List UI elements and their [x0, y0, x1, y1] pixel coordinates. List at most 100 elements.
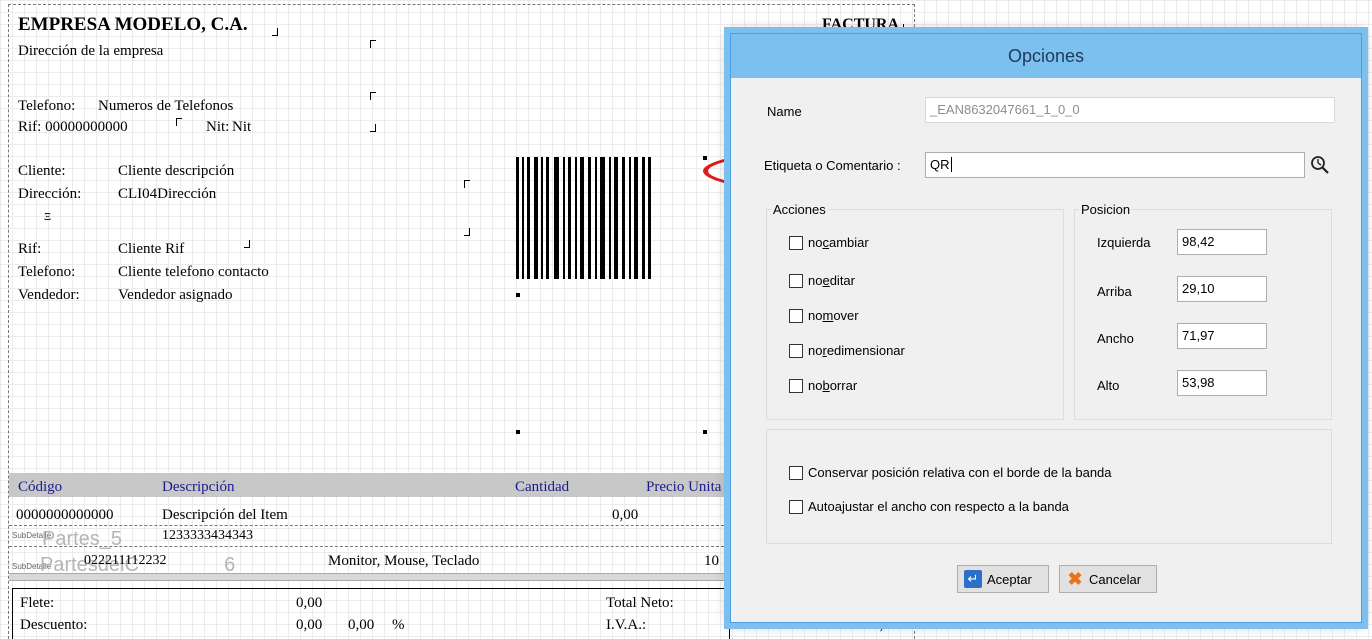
- discount-value[interactable]: 0,00: [296, 616, 322, 634]
- checkbox-box[interactable]: [789, 465, 803, 480]
- checkbox-box[interactable]: [789, 343, 803, 358]
- name-field[interactable]: _EAN8632047661_1_0_0: [925, 97, 1335, 123]
- field-handle: [370, 40, 376, 48]
- barcode-bar: [575, 157, 577, 279]
- seller-value[interactable]: Vendedor asignado: [118, 286, 233, 304]
- selection-handle[interactable]: [703, 156, 707, 160]
- field-handle: [244, 240, 250, 248]
- company-address[interactable]: Dirección de la empresa: [18, 42, 163, 60]
- band-name-ghost: Partes_5: [42, 528, 123, 550]
- nit-value[interactable]: Nit: [232, 118, 251, 136]
- barcode-element[interactable]: [516, 157, 651, 279]
- no-change-checkbox[interactable]: no c ambiar: [789, 235, 869, 250]
- checkbox-box[interactable]: [789, 308, 803, 323]
- band-separator[interactable]: [9, 573, 729, 581]
- client-address-label[interactable]: Dirección:: [18, 185, 81, 203]
- client-rif-label[interactable]: Rif:: [18, 240, 41, 258]
- client-rif-value[interactable]: Cliente Rif: [118, 240, 184, 258]
- dialog-title: Opciones: [1007, 45, 1085, 66]
- barcode-bar: [580, 157, 584, 279]
- selection-handle[interactable]: [516, 293, 520, 297]
- barcode-bar: [642, 157, 645, 279]
- autofit-width-checkbox[interactable]: Autoajustar el ancho con respecto a la b…: [789, 499, 1069, 514]
- top-field[interactable]: 29,10: [1177, 276, 1267, 302]
- barcode-bar: [629, 157, 631, 279]
- barcode-bar: [609, 157, 611, 279]
- cancel-x-icon: ✖: [1067, 568, 1083, 589]
- vat-label[interactable]: I.V.A.:: [606, 616, 646, 634]
- detail-description[interactable]: Descripción del Item: [162, 506, 288, 524]
- nit-label[interactable]: Nit:: [206, 118, 229, 136]
- detail-serial[interactable]: 1233333434343: [162, 527, 253, 545]
- phone-label[interactable]: Telefono:: [18, 97, 75, 115]
- discount-percent[interactable]: 0,00: [348, 616, 374, 634]
- client-phone-label[interactable]: Telefono:: [18, 263, 75, 281]
- column-header-description[interactable]: Descripción: [162, 478, 234, 496]
- company-rif[interactable]: Rif: 00000000000: [18, 118, 128, 136]
- no-resize-checkbox[interactable]: no r edimensionar: [789, 343, 905, 358]
- column-header-band[interactable]: [9, 473, 729, 497]
- barcode-bar: [600, 157, 605, 279]
- field-handle: [370, 92, 376, 100]
- selection-handle[interactable]: [516, 430, 520, 434]
- freight-value[interactable]: 0,00: [296, 594, 322, 612]
- no-move-checkbox[interactable]: no m over: [789, 308, 859, 323]
- freight-label[interactable]: Flete:: [20, 594, 54, 612]
- net-total-label[interactable]: Total Neto:: [606, 594, 674, 612]
- height-field[interactable]: 53,98: [1177, 370, 1267, 396]
- barcode-bar: [614, 157, 618, 279]
- width-field[interactable]: 71,97: [1177, 323, 1267, 349]
- document-type[interactable]: FACTURA: [822, 16, 899, 34]
- percent-sign[interactable]: %: [392, 616, 405, 634]
- no-edit-checkbox[interactable]: no e ditar: [789, 273, 855, 288]
- seller-label[interactable]: Vendedor:: [18, 286, 80, 304]
- part-description[interactable]: Monitor, Mouse, Teclado: [328, 552, 479, 570]
- no-delete-checkbox[interactable]: no b orrar: [789, 378, 857, 393]
- dialog-titlebar[interactable]: Opciones: [731, 34, 1361, 78]
- column-header-unit-price[interactable]: Precio Unita: [646, 478, 721, 496]
- actions-title: Acciones: [773, 202, 826, 217]
- keep-relative-checkbox[interactable]: Conservar posición relativa con el borde…: [789, 465, 1112, 480]
- barcode-bar: [563, 157, 565, 279]
- checkbox-box[interactable]: [789, 273, 803, 288]
- selection-handle[interactable]: [703, 430, 707, 434]
- discount-label[interactable]: Descuento:: [20, 616, 87, 634]
- accept-button[interactable]: ↵ Aceptar: [957, 565, 1049, 593]
- left-label: Izquierda: [1097, 235, 1151, 250]
- checkbox-box[interactable]: [789, 499, 803, 514]
- browse-search-icon[interactable]: [1309, 154, 1331, 176]
- band-divider: [9, 525, 729, 526]
- barcode-bar: [546, 157, 549, 279]
- barcode-bar: [648, 157, 651, 279]
- client-address-value[interactable]: CLI04Dirección: [118, 185, 216, 203]
- client-phone-value[interactable]: Cliente telefono contacto: [118, 263, 269, 281]
- height-label: Alto: [1097, 378, 1120, 393]
- cancel-button[interactable]: ✖ Cancelar: [1059, 565, 1157, 593]
- barcode-bar: [527, 157, 530, 279]
- top-label: Arriba: [1097, 284, 1132, 299]
- client-value[interactable]: Cliente descripción: [118, 162, 234, 180]
- left-field[interactable]: 98,42: [1177, 229, 1267, 255]
- barcode-bar: [534, 157, 538, 279]
- field-handle: [272, 28, 278, 36]
- column-header-quantity[interactable]: Cantidad: [515, 478, 569, 496]
- name-label: Name: [767, 104, 802, 119]
- comment-field[interactable]: QR: [925, 152, 1305, 178]
- client-label[interactable]: Cliente:: [18, 162, 66, 180]
- checkbox-box[interactable]: [789, 378, 803, 393]
- enter-icon: ↵: [964, 570, 982, 588]
- part-quantity[interactable]: 10: [704, 552, 719, 570]
- options-dialog: Opciones Name _EAN8632047661_1_0_0 Etiqu…: [730, 33, 1362, 623]
- phone-value[interactable]: Numeros de Telefonos: [98, 97, 233, 115]
- detail-quantity[interactable]: 0,00: [612, 506, 638, 524]
- position-title: Posicion: [1081, 202, 1131, 217]
- detail-code[interactable]: 0000000000000: [16, 506, 114, 524]
- company-name[interactable]: EMPRESA MODELO, C.A.: [18, 14, 248, 36]
- checkbox-box[interactable]: [789, 235, 803, 250]
- barcode-bar: [522, 157, 524, 279]
- field-handle: [898, 24, 904, 32]
- barcode-bar: [554, 157, 559, 279]
- part-code[interactable]: 022211112232: [84, 552, 166, 570]
- comment-value: QR: [930, 157, 950, 172]
- column-header-code[interactable]: Código: [18, 478, 62, 496]
